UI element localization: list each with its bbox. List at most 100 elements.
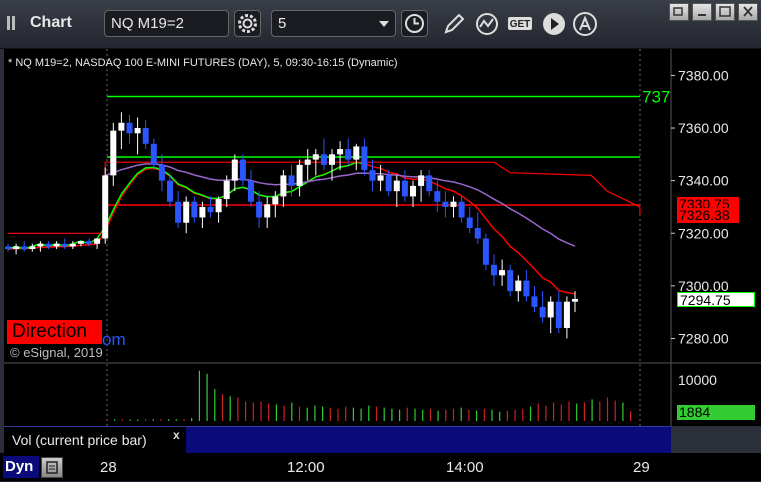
candle-body [377, 175, 384, 181]
candle-body [61, 243, 68, 247]
candle-body [134, 128, 141, 134]
candle-body [29, 246, 36, 250]
candle-body [150, 143, 157, 165]
candle-body [13, 246, 20, 250]
candle-body [523, 280, 530, 297]
candle-body [353, 146, 360, 160]
restore-icon [673, 7, 683, 16]
interval-value: 5 [278, 15, 287, 32]
candle-body [183, 201, 190, 223]
volume-legend-bar: Vol (current price bar) x [4, 426, 671, 453]
candle-body [547, 301, 554, 318]
candle-body [94, 238, 101, 244]
candle-body [280, 175, 287, 197]
y-tick-label: 7360.00 [678, 120, 729, 136]
candle-body [296, 164, 303, 186]
candle-body [272, 196, 279, 205]
time-tick: 12:00 [287, 459, 325, 476]
candle-body [118, 122, 125, 131]
alert-icon[interactable] [571, 10, 599, 38]
candle-body [563, 301, 570, 328]
chart-toolbar: Chart NQ M19=2 5 GET [0, 0, 761, 49]
calendar-icon [46, 461, 58, 474]
candle-body [312, 154, 319, 160]
candle-body [199, 206, 206, 218]
symbol-caption: * NQ M19=2, NASDAQ 100 E-MINI FUTURES (D… [8, 57, 398, 69]
copyright-text: © eSignal, 2019 [10, 345, 103, 360]
close-icon[interactable]: x [173, 428, 180, 442]
line-study-icon[interactable] [473, 10, 501, 38]
close-button[interactable] [738, 3, 758, 21]
y-tick-label: 7380.00 [678, 67, 729, 83]
window-title: Chart [30, 14, 72, 31]
drag-handle-icon[interactable] [7, 16, 23, 30]
candle-body [450, 201, 457, 207]
y-tick-label: 7340.00 [678, 173, 729, 189]
time-button[interactable] [401, 10, 428, 37]
candle-body [426, 175, 433, 192]
candle-body [482, 238, 489, 265]
candle-body [410, 185, 416, 197]
candle-body [515, 280, 522, 292]
candle-body [5, 246, 11, 250]
chevron-down-icon [379, 21, 389, 27]
volume-study-label[interactable]: Vol (current price bar) [4, 427, 186, 453]
symbol-value: NQ M19=2 [111, 15, 184, 32]
get-label: GET [510, 19, 531, 30]
candle-body [37, 243, 44, 247]
chart-area[interactable]: 737 7380.00 7360.00 7340.00 7320.00 7300.00 7… [0, 49, 761, 481]
candle-body [466, 217, 473, 228]
candle-body [369, 170, 376, 181]
maximize-button[interactable] [715, 3, 735, 21]
candle-body [499, 270, 506, 276]
candle-body [102, 175, 109, 239]
chart-canvas[interactable]: 737 7380.007360.007340.007320.007300.007… [0, 49, 761, 481]
minimize-icon [698, 14, 706, 16]
y-tick-label: 7320.00 [678, 225, 729, 241]
time-tick: 29 [633, 459, 650, 476]
dynamic-label[interactable]: Dyn [3, 456, 39, 478]
time-tick: 14:00 [446, 459, 484, 476]
clock-icon [405, 14, 424, 33]
price-tag: 1884 [677, 405, 755, 420]
candle-body [86, 241, 92, 244]
candle-body [77, 241, 84, 244]
candle-body [223, 180, 230, 200]
symbol-selector[interactable]: NQ M19=2 [104, 10, 229, 37]
play-icon[interactable] [540, 10, 568, 38]
candle-body [401, 180, 408, 197]
candle-body [329, 154, 335, 165]
pencil-icon[interactable] [440, 10, 468, 38]
candle-body [304, 159, 311, 165]
price-tag: 7294.75 [677, 291, 755, 307]
candle-body [442, 201, 449, 207]
interval-selector[interactable]: 5 [271, 10, 396, 37]
candle-body [507, 270, 514, 292]
get-icon[interactable]: GET [506, 10, 534, 38]
candle-body [191, 201, 198, 218]
candle-body [361, 146, 368, 171]
candle-body [418, 175, 425, 186]
candle-body [167, 180, 173, 202]
time-axis: Dyn 28 12:00 14:00 29 [0, 453, 761, 481]
candle-body [45, 243, 52, 247]
y-tick-label: 7280.00 [678, 330, 729, 346]
candle-body [288, 175, 295, 186]
candle-body [320, 154, 327, 165]
candle-body [434, 191, 441, 202]
candle-body [572, 299, 578, 302]
restore-button[interactable] [669, 3, 689, 21]
candle-body [207, 206, 214, 213]
level-label: 737 [642, 87, 670, 106]
settings-button[interactable] [234, 10, 261, 37]
direction-label[interactable]: Direction [7, 320, 102, 344]
direction-link[interactable]: om [102, 330, 126, 350]
candle-body [231, 159, 238, 181]
chart-window: Chart NQ M19=2 5 GET 737 7380.00 7360.00… [0, 0, 761, 481]
candle-body [531, 296, 538, 307]
dynamic-button[interactable] [41, 457, 63, 478]
candle-body [126, 122, 133, 134]
minimize-button[interactable] [692, 3, 712, 21]
candle-body [539, 306, 546, 318]
candle-body [215, 199, 222, 213]
